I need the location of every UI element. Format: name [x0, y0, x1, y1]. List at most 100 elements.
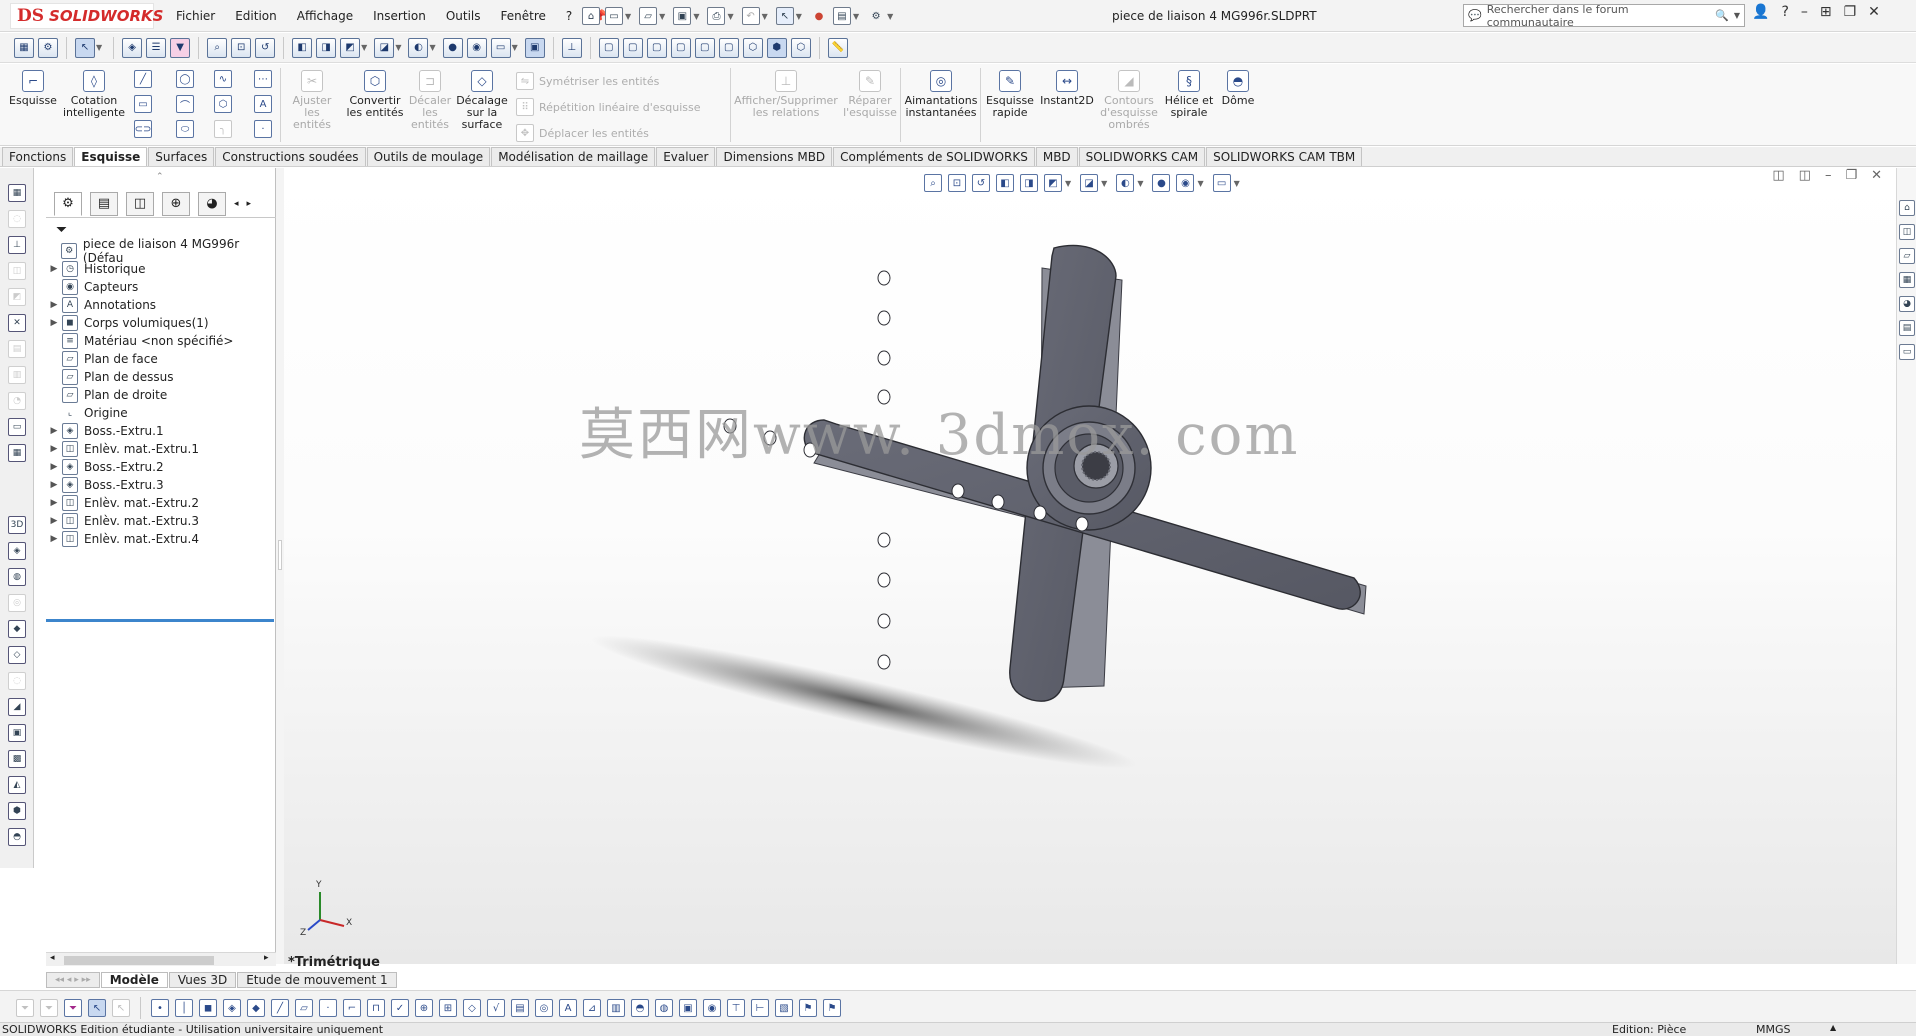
wrap-icon[interactable]: ⬢ — [8, 802, 26, 820]
slot-icon[interactable]: ⊂⊃ — [134, 120, 152, 138]
polygon-icon[interactable]: ⬡ — [214, 95, 232, 113]
copy-entities-icon[interactable]: ▤ — [8, 340, 26, 358]
forum-icon[interactable]: ▭ — [1899, 344, 1915, 360]
selection-filter-icon[interactable]: ⏷ — [64, 999, 82, 1017]
home-icon[interactable]: ⌂ — [582, 7, 600, 25]
convert-entities-button[interactable]: ⬡ Convertir les entités — [344, 70, 406, 119]
expand-arrow-icon[interactable]: ▶ — [46, 462, 62, 472]
units-dropdown-icon[interactable]: ▲ — [1830, 1023, 1836, 1032]
tab-complements[interactable]: Compléments de SOLIDWORKS — [833, 147, 1035, 166]
minimize-icon[interactable]: – — [1801, 4, 1808, 20]
expand-arrow-icon[interactable]: ▶ — [46, 534, 62, 544]
tab-constructions-soudees[interactable]: Constructions soudées — [215, 147, 366, 166]
move-entities-button[interactable]: ✥ Déplacer les entités — [516, 124, 649, 142]
expand-arrow-icon[interactable]: ▶ — [46, 264, 62, 274]
grid-icon[interactable]: ▦ — [8, 184, 26, 202]
trimetric-view-icon[interactable]: ⬢ — [766, 37, 787, 58]
offset-entities-button[interactable]: ⊐ Décaler les entités — [409, 70, 451, 131]
scrollbar-thumb[interactable] — [64, 956, 214, 965]
filter-surface-finish-icon[interactable]: ◇ — [463, 999, 481, 1017]
sketch-table-icon[interactable]: ▦ — [8, 444, 26, 462]
filter-datum-targets-icon[interactable]: ⊿ — [583, 999, 601, 1017]
chevron-down-icon[interactable]: ▼ — [887, 12, 893, 21]
menu-outils[interactable]: Outils — [446, 9, 481, 23]
filter-centerline-icon[interactable]: ⊕ — [415, 999, 433, 1017]
spline-icon[interactable]: ∿ — [214, 70, 232, 88]
zoom-fit-icon[interactable]: ⌕ — [207, 37, 228, 58]
filter-icon[interactable]: ⏷ — [16, 999, 34, 1017]
filter-planes-icon[interactable]: ▱ — [295, 999, 313, 1017]
tab-esquisse[interactable]: Esquisse — [74, 147, 148, 166]
fillet-feature-icon[interactable]: ◌ — [8, 672, 26, 690]
point-small-icon[interactable]: · — [254, 120, 272, 138]
filter-balloons-icon[interactable]: ◎ — [535, 999, 553, 1017]
options-icon[interactable]: ⚙ — [38, 37, 58, 58]
rollback-bar[interactable] — [46, 619, 274, 622]
new-document-icon[interactable]: ▭ — [605, 7, 623, 25]
gear-icon[interactable]: ⚙ — [867, 7, 885, 25]
tab-etude-mouvement[interactable]: Etude de mouvement 1 — [237, 972, 397, 988]
measure-icon[interactable]: 📏 — [827, 37, 848, 58]
menu-edition[interactable]: Edition — [235, 9, 277, 23]
shaded-display-icon[interactable]: ▣ — [524, 37, 545, 58]
smart-dimension-button[interactable]: ◊ Cotation intelligente — [63, 70, 125, 119]
menu-affichage[interactable]: Affichage — [297, 9, 353, 23]
extrude-icon[interactable]: ◈ — [8, 542, 26, 560]
filter-routing-points-icon[interactable]: ◉ — [703, 999, 721, 1017]
chevron-down-icon[interactable]: ▼ — [1734, 11, 1744, 20]
user-icon[interactable]: 👤 — [1752, 4, 1769, 20]
draft-icon[interactable]: ◭ — [8, 776, 26, 794]
select-cursor-icon[interactable]: ↖ — [88, 999, 106, 1017]
expand-arrow-icon[interactable]: ▶ — [46, 426, 62, 436]
filter-midplane-icon[interactable]: ⊤ — [727, 999, 745, 1017]
sweep-icon[interactable]: ◎ — [8, 594, 26, 612]
part-3d-render[interactable] — [284, 168, 1896, 964]
scale-icon[interactable]: ◫ — [8, 262, 26, 280]
print-icon[interactable]: ⎙ — [707, 7, 726, 25]
filter-sketch-points-icon[interactable]: · — [319, 999, 337, 1017]
section-view-icon[interactable]: ◧ — [292, 37, 313, 58]
rectangle-icon[interactable]: ▭ — [134, 95, 152, 113]
tab-solidworks-cam-tbm[interactable]: SOLIDWORKS CAM TBM — [1206, 147, 1363, 166]
tile-windows-icon[interactable]: ⊞ — [1820, 4, 1832, 20]
dynamic-annotation-icon[interactable]: ◨ — [316, 37, 337, 58]
chevron-down-icon[interactable]: ▼ — [727, 12, 733, 21]
filter-mate-references-icon[interactable]: ⚑ — [799, 999, 817, 1017]
select-cursor-icon[interactable]: ↖ — [775, 7, 794, 25]
view-orientation-icon[interactable]: ◩ — [340, 37, 361, 58]
panel-horizontal-scrollbar[interactable]: ◂ ▸ — [46, 952, 276, 966]
offset-on-surface-button[interactable]: ◇ Décalage sur la surface — [454, 70, 510, 131]
arc-icon[interactable]: ⌒ — [176, 95, 194, 113]
save-icon[interactable]: ▣ — [673, 7, 692, 25]
display-manager-tab[interactable]: ◕ — [198, 191, 226, 216]
scroll-right-icon[interactable]: ▸ — [264, 953, 269, 963]
left-view-icon[interactable]: ▢ — [646, 37, 667, 58]
right-view-icon[interactable]: ▢ — [670, 37, 691, 58]
dome-button[interactable]: ◓ Dôme — [1218, 70, 1258, 107]
sketch-fillet-icon[interactable]: ◌ — [8, 210, 26, 228]
tab-vues-3d[interactable]: Vues 3D — [168, 972, 237, 988]
filter-icon[interactable]: ⏷ — [56, 222, 67, 238]
tab-surfaces[interactable]: Surfaces — [148, 147, 215, 166]
filter-midpoints-icon[interactable]: ⊓ — [367, 999, 385, 1017]
chamfer-icon[interactable]: ◢ — [8, 698, 26, 716]
rib-icon[interactable]: ▩ — [8, 750, 26, 768]
split-icon[interactable]: ◔ — [8, 392, 26, 410]
helix-spiral-button[interactable]: § Hélice et spirale — [1162, 70, 1216, 119]
front-view-icon[interactable]: ▢ — [598, 37, 619, 58]
mirror-entities-button[interactable]: ⇋ Symétriser les entités — [516, 72, 659, 90]
filter-geometric-tolerance-icon[interactable]: √ — [487, 999, 505, 1017]
display-delete-relations-button[interactable]: ⊥ Afficher/Supprimer les relations — [734, 70, 838, 119]
search-icon[interactable]: 🔍 — [1715, 9, 1729, 22]
tab-modele[interactable]: Modèle — [100, 972, 168, 988]
trim-entities-button[interactable]: ✂ Ajuster les entités — [284, 70, 340, 131]
configuration-manager-tab[interactable]: ◫ — [126, 191, 154, 216]
display-style-icon[interactable]: ◪ — [374, 37, 395, 58]
filter-toggle-icon[interactable]: ⏷ — [40, 999, 58, 1017]
view-settings-icon[interactable]: ▭ — [490, 37, 511, 58]
menu-insertion[interactable]: Insertion — [373, 9, 426, 23]
filter-datum-features-icon[interactable]: ⊢ — [751, 999, 769, 1017]
boundary-icon[interactable]: ◇ — [8, 646, 26, 664]
filter-blocks-icon[interactable]: ◓ — [631, 999, 649, 1017]
appearances-icon[interactable]: ◕ — [1899, 296, 1915, 312]
